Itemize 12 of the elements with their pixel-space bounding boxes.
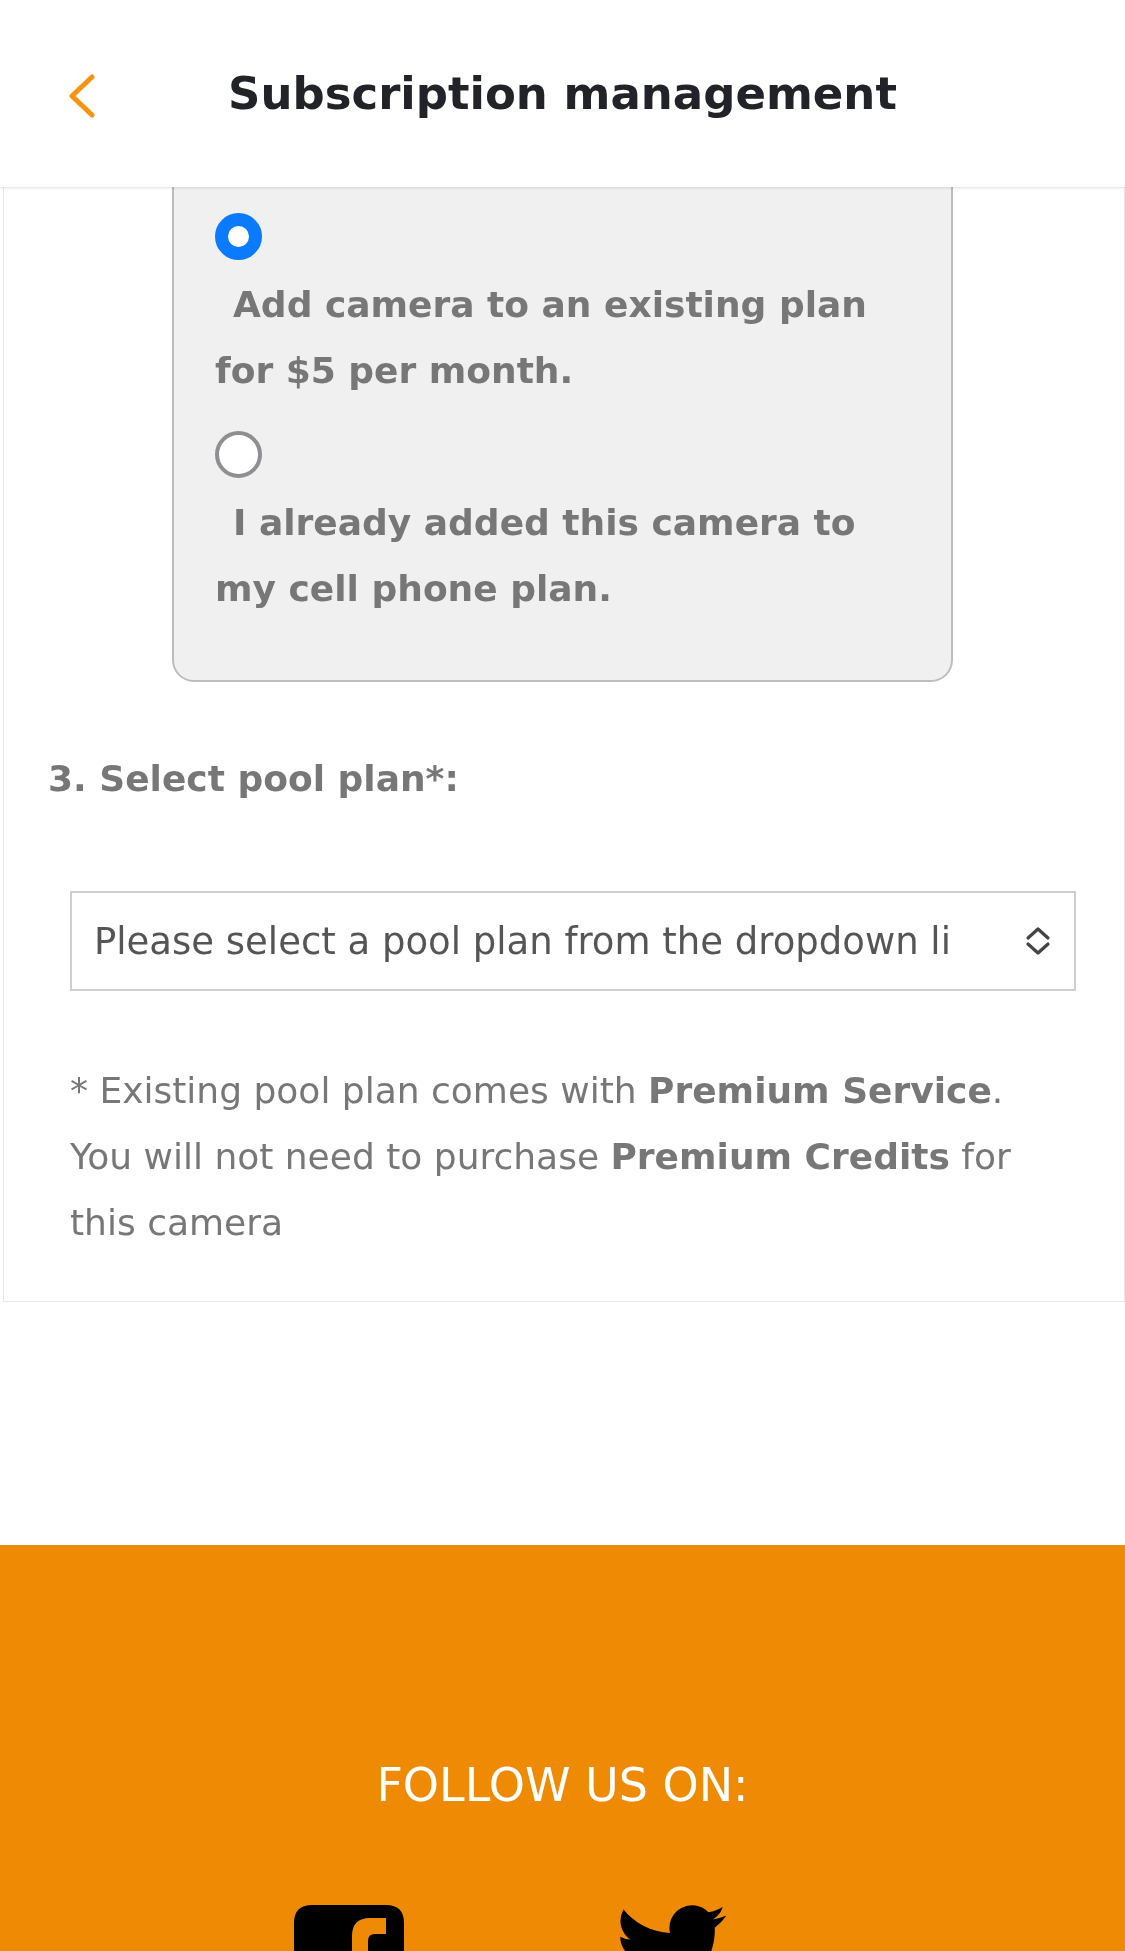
option-label: I already added this camera to my cell phone plan. <box>215 501 857 611</box>
note-text: * Existing pool plan comes with Premium Service. You will not need to purchase Premium Credits for this camera <box>70 1069 1012 1245</box>
up-down-chevron-icon <box>1024 926 1052 956</box>
follow-heading: FOLLOW US ON: <box>375 1757 750 1814</box>
facebook-icon[interactable] <box>294 1905 404 1951</box>
pool-plan-select[interactable]: Please select a pool plan from the dropdown li <box>70 891 1076 991</box>
option-label: Add camera to an existing plan for $5 per month. <box>215 283 868 393</box>
back-icon <box>68 74 96 118</box>
radio-button[interactable] <box>215 431 262 478</box>
section-label: 3. Select pool plan*: <box>48 757 460 801</box>
radio-button[interactable] <box>215 213 262 260</box>
page-title: Subscription management <box>228 66 897 121</box>
